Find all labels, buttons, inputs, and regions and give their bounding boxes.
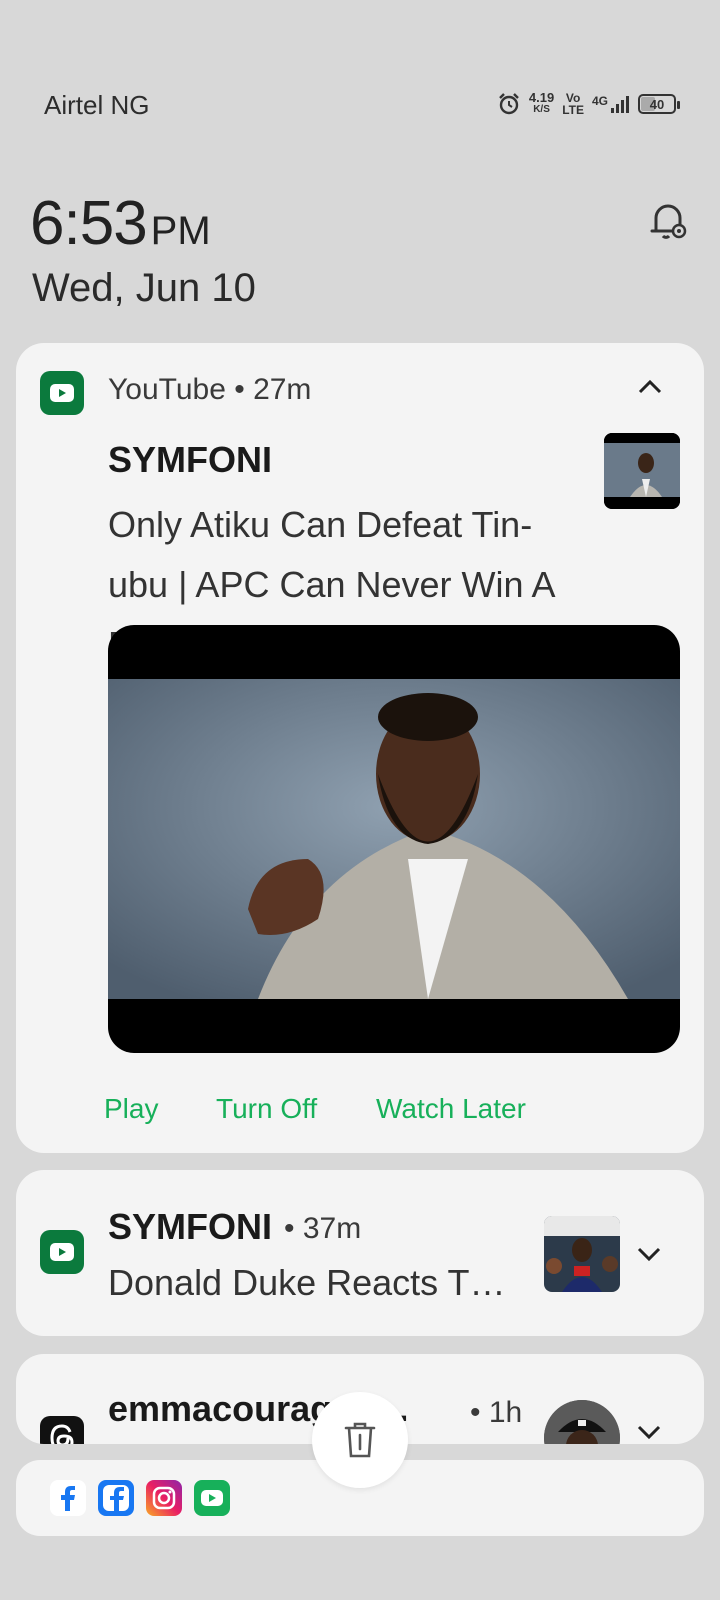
battery-indicator: 40 (638, 94, 680, 114)
notification-age: • 1h (470, 1396, 523, 1429)
app-icons-row (50, 1480, 230, 1516)
network-type: 4G (591, 94, 608, 108)
clock-time: 6:53 (30, 189, 148, 258)
notification-youtube-collapsed[interactable]: SYMFONI • 37m Donald Duke Reacts T… (16, 1170, 704, 1336)
notification-youtube-expanded[interactable]: YouTube • 27m SYMFONI Only Atiku Can Def… (16, 343, 704, 1153)
volte-bottom: LTE (562, 103, 584, 117)
avatar (544, 1400, 620, 1444)
youtube-icon (40, 371, 84, 415)
clear-all-button[interactable] (312, 1392, 408, 1488)
video-preview[interactable] (108, 625, 680, 1053)
net-speed: 4.19 K/S (528, 90, 555, 116)
notification-title: SYMFONI (108, 439, 273, 480)
signal-indicator: 4G (592, 94, 630, 114)
notification-body: Donald Duke Reacts T… (108, 1262, 506, 1303)
youtube-icon (40, 1230, 84, 1274)
youtube-dock-icon[interactable] (194, 1480, 230, 1516)
chevron-down-icon[interactable] (636, 1246, 662, 1262)
status-icons: 4.19 K/S Vo LTE 4G 40 (497, 84, 680, 124)
trash-icon (344, 1422, 376, 1458)
battery-level: 40 (649, 96, 665, 112)
alarm-icon (499, 93, 519, 115)
volte-indicator: Vo LTE (562, 92, 584, 116)
video-thumbnail-small (544, 1216, 620, 1292)
carrier-name: Airtel NG (44, 90, 150, 120)
notification-title: SYMFONI (108, 1206, 273, 1247)
facebook-icon[interactable] (98, 1480, 134, 1516)
date[interactable]: Wed, Jun 10 (32, 266, 256, 311)
video-thumbnail-small (604, 433, 680, 509)
notification-age: • 37m (284, 1212, 362, 1245)
watch-later-button[interactable]: Watch Later (376, 1093, 526, 1125)
turn-off-button[interactable]: Turn Off (216, 1093, 317, 1125)
facebook-lite-icon[interactable] (50, 1480, 86, 1516)
clock-ampm: PM (150, 209, 211, 253)
instagram-icon[interactable] (146, 1480, 182, 1516)
chevron-down-icon[interactable] (636, 1424, 662, 1440)
chevron-up-icon[interactable] (636, 377, 664, 397)
net-speed-unit: K/S (533, 104, 550, 115)
clock[interactable]: 6:53 PM (30, 188, 211, 259)
threads-icon (40, 1416, 84, 1444)
signal-icon (611, 96, 629, 113)
notification-settings-icon[interactable] (648, 200, 688, 244)
app-name-age: YouTube • 27m (108, 373, 312, 406)
net-speed-value: 4.19 (528, 90, 555, 105)
play-button[interactable]: Play (104, 1093, 158, 1125)
status-bar: Airtel NG 4.19 K/S Vo LTE 4G 40 (0, 84, 720, 124)
